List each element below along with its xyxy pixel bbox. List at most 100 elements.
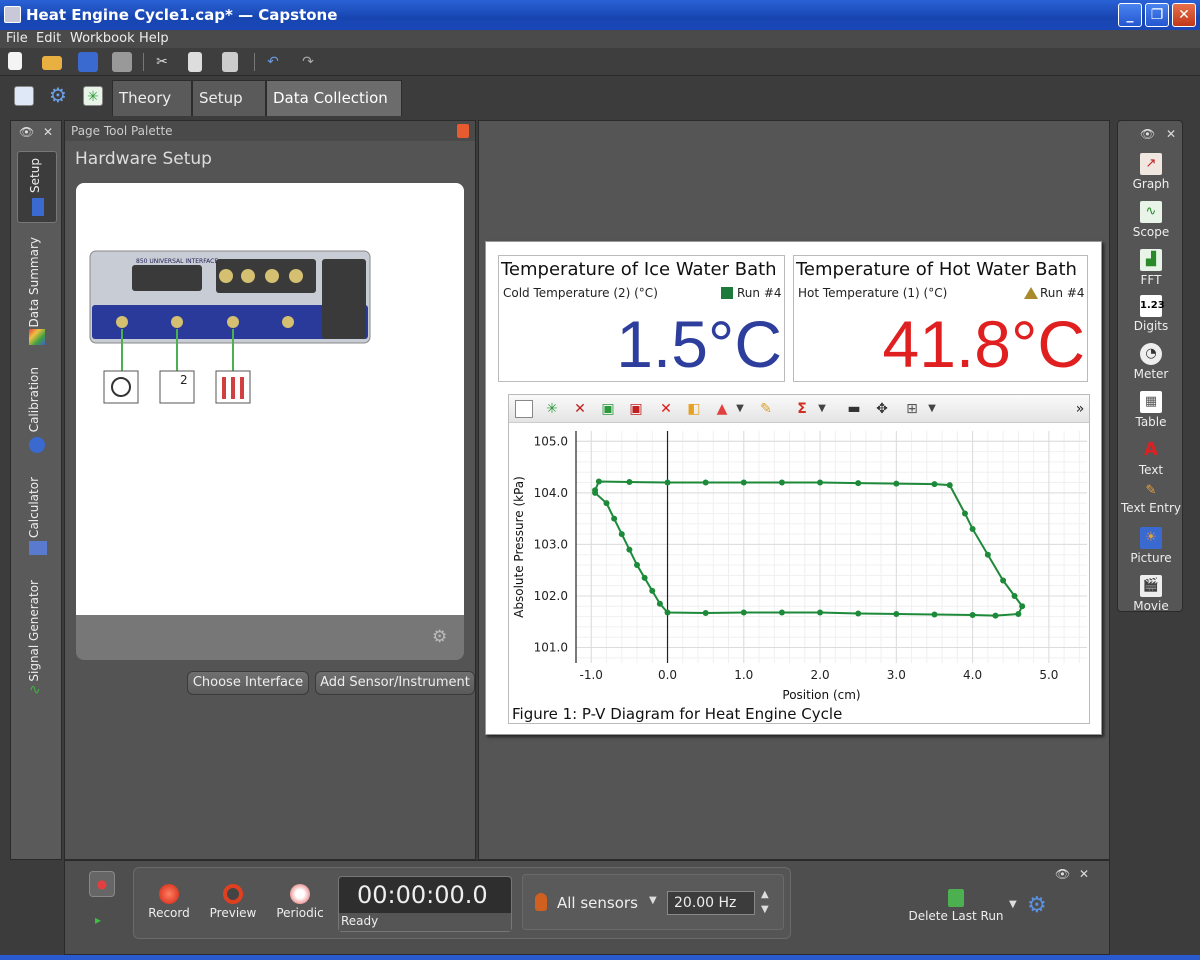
rail-setup[interactable]: Setup bbox=[17, 151, 57, 223]
chevron-down-icon[interactable]: ▼ bbox=[649, 895, 657, 906]
save-icon[interactable] bbox=[78, 52, 98, 72]
tool-meter[interactable]: ◔ Meter bbox=[1118, 343, 1184, 381]
close-palette-icon[interactable]: ✕ bbox=[1166, 127, 1176, 141]
close-bar-icon[interactable]: ✕ bbox=[1079, 867, 1089, 881]
data-point bbox=[855, 610, 862, 617]
tab-theory[interactable]: Theory bbox=[112, 80, 192, 116]
redo-icon[interactable]: ↷ bbox=[298, 52, 318, 72]
tool-scope[interactable]: ∿ Scope bbox=[1118, 201, 1184, 239]
tool-picture[interactable]: ☀ Picture bbox=[1118, 527, 1184, 565]
x-tick-label: -1.0 bbox=[580, 668, 603, 682]
sensors-select[interactable]: All sensors bbox=[557, 894, 638, 912]
page-icon[interactable] bbox=[14, 86, 34, 106]
tool-table[interactable]: ▦ Table bbox=[1118, 391, 1184, 429]
choose-interface-button[interactable]: Choose Interface bbox=[187, 671, 309, 695]
tool-text[interactable]: A Text bbox=[1118, 439, 1184, 477]
copy-icon[interactable] bbox=[188, 52, 202, 72]
rail-calculator[interactable]: Calculator bbox=[17, 471, 57, 563]
close-window-button[interactable]: ✕ bbox=[1172, 3, 1196, 27]
title-bar: Heat Engine Cycle1.cap* — Capstone _ ❐ ✕ bbox=[0, 0, 1200, 30]
data-selection-icon[interactable]: ◧ bbox=[685, 400, 703, 418]
minimize-button[interactable]: _ bbox=[1118, 3, 1142, 27]
x-tick-label: 3.0 bbox=[887, 668, 906, 682]
remove-highlight-icon[interactable]: ▣ bbox=[627, 400, 645, 418]
data-point bbox=[969, 612, 976, 619]
data-point bbox=[626, 546, 633, 553]
gear-icon[interactable]: ⚙ bbox=[48, 85, 68, 105]
data-point bbox=[969, 525, 976, 532]
settings-gear-icon[interactable]: ⚙ bbox=[432, 627, 447, 647]
data-point bbox=[1019, 603, 1026, 610]
data-point bbox=[702, 609, 709, 616]
tool-movie[interactable]: 🎬 Movie bbox=[1118, 575, 1184, 613]
chevron-down-icon[interactable]: ▼ bbox=[1009, 899, 1017, 910]
delete-icon[interactable]: ✕ bbox=[657, 400, 675, 418]
menu-help[interactable]: Help bbox=[139, 31, 169, 46]
tool-graph[interactable]: ↗ Graph bbox=[1118, 153, 1184, 191]
preview-button[interactable]: Preview bbox=[206, 884, 260, 920]
highlight-tool-icon[interactable]: ▣ bbox=[599, 400, 617, 418]
delta-tool-icon[interactable]: ✕ bbox=[571, 400, 589, 418]
chevron-down-icon[interactable]: ▼ bbox=[923, 400, 941, 418]
curve-fit-icon[interactable]: ▬ bbox=[845, 400, 863, 418]
tab-setup[interactable]: Setup bbox=[192, 80, 266, 116]
crosshair-icon[interactable]: ✥ bbox=[873, 400, 891, 418]
open-folder-icon[interactable] bbox=[42, 56, 62, 70]
tool-digits[interactable]: 1.23 Digits bbox=[1118, 295, 1184, 333]
recording-mode-icon[interactable]: ● bbox=[89, 871, 115, 897]
coordinate-tool-icon[interactable]: ✳ bbox=[543, 400, 561, 418]
undo-icon[interactable]: ↶ bbox=[263, 52, 283, 72]
print-icon[interactable] bbox=[112, 52, 132, 72]
sensor-icon bbox=[535, 893, 547, 911]
gear-icon[interactable]: ⚙ bbox=[1027, 893, 1047, 918]
y-tick-label: 105.0 bbox=[534, 434, 568, 448]
rail-data-summary[interactable]: Data Summary bbox=[17, 233, 57, 353]
menu-workbook[interactable]: Workbook bbox=[70, 31, 135, 46]
menu-file[interactable]: File bbox=[6, 31, 28, 46]
expand-icon[interactable]: ▸ bbox=[95, 913, 101, 927]
sample-rate-field[interactable]: 20.00 Hz bbox=[667, 891, 755, 915]
square-marker-icon bbox=[721, 287, 733, 299]
tool-text-entry[interactable]: ✎ Text Entry bbox=[1118, 483, 1184, 515]
digits-display-hot[interactable]: Temperature of Hot Water Bath Hot Temper… bbox=[793, 255, 1088, 382]
scale-to-fit-icon[interactable] bbox=[515, 400, 533, 418]
periodic-icon bbox=[290, 884, 310, 904]
taskbar-strip bbox=[0, 955, 1200, 960]
record-button[interactable]: Record bbox=[144, 884, 194, 920]
calibration-icon bbox=[29, 437, 45, 453]
rail-signal-generator[interactable]: Signal Generator ∿ bbox=[17, 576, 57, 708]
eye-icon[interactable]: 👁 bbox=[1140, 127, 1155, 141]
digits-display-cold[interactable]: Temperature of Ice Water Bath Cold Tempe… bbox=[498, 255, 785, 382]
hardware-icon[interactable]: ✳ bbox=[83, 86, 103, 106]
add-sensor-button[interactable]: Add Sensor/Instrument bbox=[315, 671, 475, 695]
paste-icon[interactable] bbox=[222, 52, 238, 72]
annotation-icon[interactable]: ✎ bbox=[757, 400, 775, 418]
run-select-icon[interactable]: ▲ bbox=[713, 400, 731, 418]
rail-calibration[interactable]: Calibration bbox=[17, 361, 57, 461]
tab-data-collection[interactable]: Data Collection✕ bbox=[266, 80, 402, 140]
delete-last-run-button[interactable]: Delete Last Run bbox=[907, 889, 1005, 923]
data-summary-icon bbox=[29, 329, 45, 345]
menu-edit[interactable]: Edit bbox=[36, 31, 61, 46]
new-file-icon[interactable] bbox=[8, 52, 22, 70]
axis-tool-icon[interactable]: ⊞ bbox=[903, 400, 921, 418]
rate-stepper[interactable]: ▲ ▼ bbox=[761, 887, 769, 917]
eye-icon[interactable]: 👁 bbox=[19, 125, 34, 139]
chevron-down-icon[interactable]: ▼ bbox=[813, 400, 831, 418]
eye-icon[interactable]: 👁 bbox=[1055, 867, 1070, 881]
hardware-panel: 850 UNIVERSAL INTERFACE 2 ⚙ bbox=[76, 183, 464, 660]
maximize-button[interactable]: ❐ bbox=[1145, 3, 1169, 27]
interface-brand: 850 UNIVERSAL INTERFACE bbox=[136, 258, 218, 265]
pin-icon[interactable] bbox=[457, 124, 469, 138]
fft-icon: ▟ bbox=[1140, 249, 1162, 271]
statistics-icon[interactable]: Σ bbox=[793, 400, 811, 418]
close-rail-icon[interactable]: ✕ bbox=[43, 125, 53, 139]
tool-fft[interactable]: ▟ FFT bbox=[1118, 249, 1184, 287]
graph-display[interactable]: ✳ ✕ ▣ ▣ ✕ ◧ ▲ ▼ ✎ Σ ▼ ▬ ✥ ⊞ ▼ » -1.0 0.0 1… bbox=[508, 394, 1090, 724]
cut-icon[interactable]: ✂ bbox=[152, 52, 172, 72]
chevron-down-icon[interactable]: ▼ bbox=[731, 400, 749, 418]
preview-icon bbox=[223, 884, 243, 904]
periodic-button[interactable]: Periodic bbox=[272, 884, 328, 920]
more-tools-icon[interactable]: » bbox=[1071, 400, 1089, 418]
app-icon bbox=[4, 6, 21, 23]
